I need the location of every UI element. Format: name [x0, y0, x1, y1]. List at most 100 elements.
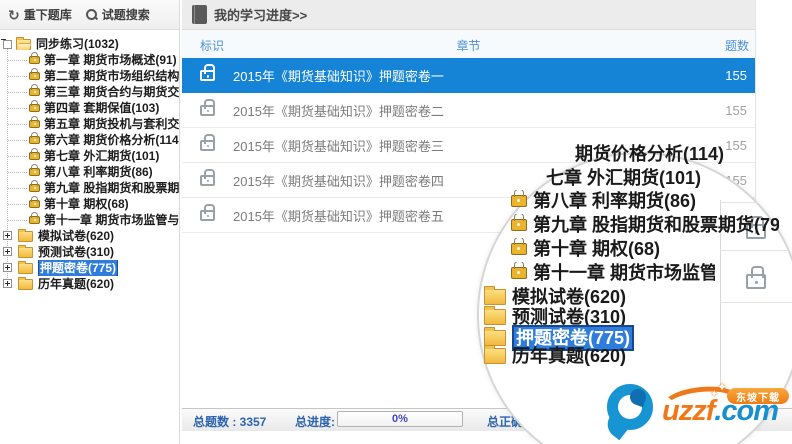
tree-chapter-label: 第五章 期货投机与套利交易(11	[44, 117, 180, 131]
study-progress-bar: 我的学习进度>>	[182, 0, 755, 30]
expand-box-icon[interactable]	[3, 263, 12, 272]
tree-root-label: 同步练习(1032)	[36, 37, 119, 51]
tree-connector-stub	[8, 124, 27, 125]
tree-connector-stub	[8, 172, 27, 173]
column-header-count: 题数	[724, 39, 749, 53]
paper-title: 2015年《期货基础知识》押题密卷一	[233, 69, 444, 84]
logo-badge-label: 东坡下载	[736, 392, 780, 404]
expand-box-icon[interactable]	[3, 247, 12, 256]
tree-chapter-label: 第三章 期货合约与期货交易制	[44, 85, 180, 99]
tree-connector-stub	[8, 60, 27, 61]
gold-lock-icon	[29, 84, 40, 96]
tree-chapter-label: 第二章 期货市场组织结构与投	[44, 69, 180, 83]
gold-lock-icon	[29, 132, 40, 144]
tree-connector-stub	[8, 188, 27, 189]
question-search-label: 试题搜索	[101, 8, 150, 22]
table-header: 标识 章节 题数	[182, 30, 755, 59]
lock-icon	[200, 203, 215, 221]
tree-chapter-label: 第七章 外汇期货(101)	[44, 149, 160, 163]
gold-lock-icon	[29, 52, 40, 64]
tree-item-root[interactable]: 同步练习(1032)	[0, 36, 179, 52]
tree-item-chapter[interactable]: 第七章 外汇期货(101)	[0, 148, 179, 164]
logo-text-orange: uzzf	[662, 395, 715, 427]
uzzf-watermark-logo: uzzf.com 东坡下载 ✦ ✦	[600, 375, 792, 444]
expand-box-icon[interactable]	[3, 231, 12, 240]
tree-item-chapter[interactable]: 第一章 期货市场概述(91)	[0, 52, 179, 68]
expand-box-icon[interactable]	[3, 279, 12, 288]
paper-row[interactable]: 2015年《期货基础知识》押题密卷二 155	[182, 93, 755, 128]
total-questions-label: 总题数 : 3357	[193, 415, 267, 429]
gold-lock-icon	[29, 68, 40, 80]
tree-item-chapter[interactable]: 第二章 期货市场组织结构与投	[0, 68, 180, 84]
tree-chapter-label: 第十一章 期货市场监管与风险	[44, 213, 180, 227]
gold-lock-icon	[29, 164, 40, 176]
tree-item-chapter[interactable]: 第八章 利率期货(86)	[0, 164, 179, 180]
logo-badge: 东坡下载	[727, 388, 789, 404]
gold-lock-icon	[29, 212, 40, 224]
tree-item-chapter[interactable]: 第十一章 期货市场监管与风险	[0, 212, 180, 228]
sparkle-icon: ✦	[717, 380, 728, 394]
app-window: ↻ 重下题库 试题搜索 同步练习(1032) 第一章 期货市场概述(91) 第二章…	[0, 0, 792, 444]
tree-folder-label: 押题密卷(775)	[38, 260, 119, 276]
tree-chapter-label: 第四章 套期保值(103)	[44, 101, 160, 115]
category-tree-panel: 同步练习(1032) 第一章 期货市场概述(91) 第二章 期货市场组织结构与投第…	[0, 30, 180, 444]
paper-title: 2015年《期货基础知识》押题密卷三	[233, 138, 444, 154]
tree-folder-label: 历年真题(620)	[38, 277, 115, 291]
total-progress-bar: 0%	[337, 411, 463, 427]
gold-lock-icon	[29, 100, 40, 112]
question-search-button[interactable]: 试题搜索	[85, 6, 150, 23]
open-folder-icon	[16, 36, 31, 50]
gold-lock-icon	[29, 116, 40, 128]
tree-connector-stub	[8, 76, 27, 77]
folder-icon	[18, 260, 33, 274]
tree-item-folder[interactable]: 历年真题(620)	[0, 276, 179, 292]
tree-item-folder[interactable]: 预测试卷(310)	[0, 244, 179, 260]
tree-folder-label: 预测试卷(310)	[38, 245, 115, 259]
total-progress-value: 0%	[392, 413, 408, 425]
tree-item-chapter[interactable]: 第九章 股指期货和股票期货(79	[0, 180, 180, 196]
study-progress-link[interactable]: 我的学习进度>>	[214, 5, 307, 24]
reload-bank-button[interactable]: ↻ 重下题库	[8, 6, 72, 23]
tree-connector-stub	[8, 92, 27, 93]
paper-question-count: 155	[725, 137, 747, 153]
tree-chapter-label: 第六章 期货价格分析(114)	[44, 133, 180, 147]
tree-item-folder[interactable]: 押题密卷(775)	[0, 260, 179, 276]
book-icon	[192, 5, 207, 24]
sparkle-icon: ✦	[710, 389, 719, 400]
tree-connector-stub	[8, 204, 27, 205]
tree-chapter-label: 第九章 股指期货和股票期货(79	[44, 181, 180, 195]
paper-row[interactable]: 2015年《期货基础知识》押题密卷一 155	[182, 58, 755, 93]
tree-folder-label: 模拟试卷(620)	[38, 229, 115, 243]
column-header-chapter: 章节	[456, 39, 481, 53]
paper-title: 2015年《期货基础知识》押题密卷二	[233, 103, 444, 119]
search-icon	[85, 8, 98, 21]
tree-chapter-label: 第一章 期货市场概述(91)	[44, 53, 177, 67]
folder-icon	[18, 228, 33, 242]
gold-lock-icon	[29, 148, 40, 160]
tree-item-folder[interactable]: 模拟试卷(620)	[0, 228, 179, 244]
paper-title: 2015年《期货基础知识》押题密卷四	[233, 173, 444, 189]
tree-item-chapter[interactable]: 第五章 期货投机与套利交易(11	[0, 116, 180, 132]
paper-title: 2015年《期货基础知识》押题密卷五	[233, 208, 444, 224]
lock-icon	[200, 64, 215, 81]
left-toolbar: ↻ 重下题库 试题搜索	[0, 0, 180, 30]
logo-swirl-icon	[607, 384, 653, 430]
paper-question-count: 155	[725, 68, 747, 83]
tree-item-chapter[interactable]: 第六章 期货价格分析(114)	[0, 132, 180, 148]
tree-connector-stub	[8, 140, 27, 141]
tree-connector-stub	[8, 220, 27, 221]
total-progress-label: 总进度:	[295, 415, 335, 429]
lock-icon	[200, 168, 215, 186]
reload-bank-label: 重下题库	[23, 8, 72, 22]
collapse-box-icon[interactable]	[3, 39, 12, 49]
gold-lock-icon	[29, 196, 40, 208]
tree-item-chapter[interactable]: 第四章 套期保值(103)	[0, 100, 179, 116]
lock-icon	[200, 133, 215, 151]
folder-icon	[18, 276, 33, 290]
refresh-icon: ↻	[8, 6, 20, 23]
tree-item-chapter[interactable]: 第十章 期权(68)	[0, 196, 179, 212]
paper-question-count: 155	[725, 102, 747, 118]
tree-item-chapter[interactable]: 第三章 期货合约与期货交易制	[0, 84, 180, 100]
lock-icon	[200, 98, 215, 116]
tree-connector-stub	[8, 108, 27, 109]
